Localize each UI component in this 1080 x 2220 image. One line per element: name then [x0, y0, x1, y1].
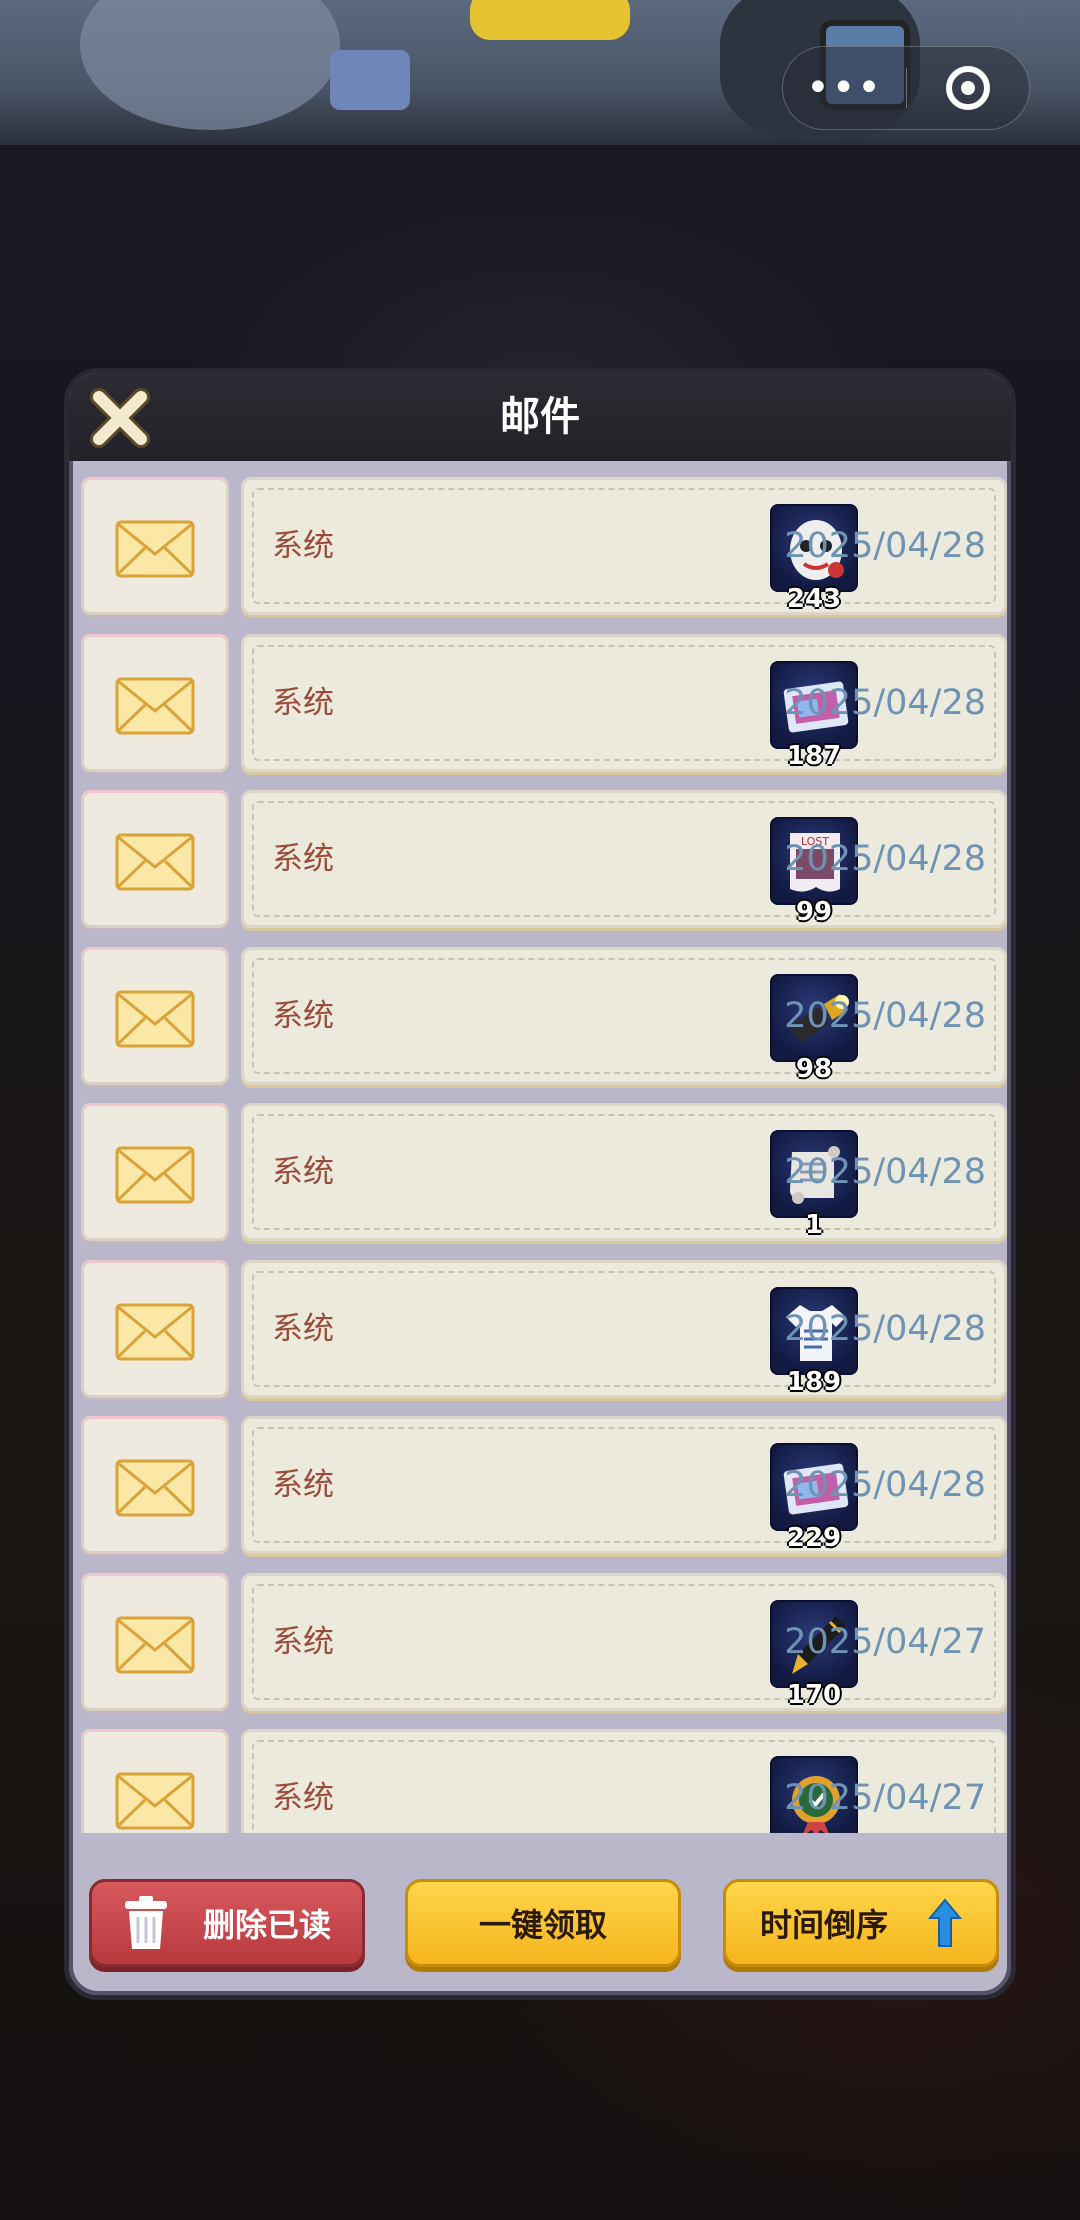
mail-content[interactable]: 系统 187 2025/04/28	[241, 633, 1007, 772]
mail-row[interactable]: 系统 98 2025/04/28	[79, 945, 1007, 1087]
mail-date: 2025/04/28	[784, 995, 986, 1036]
mail-date: 2025/04/28	[784, 839, 986, 879]
envelope-icon	[115, 1459, 195, 1517]
envelope-icon	[115, 1146, 195, 1204]
mail-sender: 系统	[272, 528, 334, 564]
mail-content[interactable]: 系统 229 2025/04/28	[241, 1416, 1007, 1554]
mail-sender: 系统	[272, 1310, 334, 1347]
panel-title: 邮件	[500, 394, 580, 440]
mail-row[interactable]: 系统 LOST 99 2025/04/28	[79, 788, 1007, 930]
envelope-icon	[115, 833, 195, 891]
envelope-icon	[115, 990, 195, 1047]
mail-content[interactable]: 系统 243 2025/04/28	[241, 477, 1007, 615]
mail-date: 2025/04/28	[784, 1308, 986, 1349]
sort-time-button[interactable]: 时间倒序	[723, 1879, 999, 1967]
mail-date: 2025/04/28	[784, 526, 986, 566]
mini-program-capsule: •••	[782, 46, 1030, 130]
mail-envelope-tile[interactable]	[81, 477, 229, 615]
sort-time-label: 时间倒序	[759, 1906, 888, 1944]
mail-sender: 系统	[272, 997, 334, 1034]
mail-row[interactable]: 系统2592025/04/27	[79, 1727, 1007, 1833]
mail-envelope-tile[interactable]	[81, 1259, 229, 1398]
envelope-icon	[115, 677, 195, 734]
mail-row[interactable]: 系统 243 2025/04/28	[79, 475, 1007, 617]
envelope-icon	[115, 520, 195, 578]
mail-content[interactable]: 系统 1 2025/04/28	[241, 1103, 1007, 1241]
delete-read-button[interactable]: 删除已读	[89, 1879, 365, 1967]
more-button[interactable]: •••	[783, 46, 906, 130]
mail-row[interactable]: 系统 187 2025/04/28	[79, 632, 1007, 774]
mail-content[interactable]: 系统 LOST 99 2025/04/28	[241, 790, 1007, 928]
mail-row[interactable]: 系统 189 2025/04/28	[79, 1258, 1007, 1400]
mail-sender: 系统	[272, 1467, 334, 1503]
mail-date: 2025/04/27	[784, 1778, 986, 1818]
mail-date: 2025/04/28	[784, 1465, 986, 1505]
target-icon	[945, 66, 990, 110]
mail-panel: 邮件 系统 243 2025/04/28 系统 187 2025/04/28 系统 LOST 9…	[64, 368, 1016, 2000]
mail-sender: 系统	[272, 841, 334, 877]
claim-all-label: 一键领取	[478, 1906, 607, 1944]
mail-sender: 系统	[272, 1623, 334, 1660]
mail-content[interactable]: 系统 170 2025/04/27	[241, 1572, 1007, 1711]
mail-envelope-tile[interactable]	[81, 633, 229, 772]
mail-envelope-tile[interactable]	[81, 1729, 229, 1833]
arrow-up-icon	[928, 1898, 962, 1947]
mail-content[interactable]: 系统2592025/04/27	[241, 1729, 1007, 1833]
delete-read-label: 删除已读	[202, 1906, 331, 1944]
close-button[interactable]	[87, 385, 153, 451]
mail-date: 2025/04/28	[784, 1152, 986, 1192]
trash-icon	[124, 1896, 167, 1949]
claim-all-button[interactable]: 一键领取	[405, 1879, 681, 1967]
mail-sender: 系统	[272, 684, 334, 721]
envelope-icon	[115, 1616, 195, 1673]
envelope-icon	[115, 1772, 195, 1830]
mail-row[interactable]: 系统 229 2025/04/28	[79, 1414, 1007, 1556]
mail-sender: 系统	[272, 1780, 334, 1816]
mail-envelope-tile[interactable]	[81, 1103, 229, 1241]
mail-row[interactable]: 系统 170 2025/04/27	[79, 1571, 1007, 1713]
mail-date: 2025/04/28	[784, 682, 986, 723]
mail-envelope-tile[interactable]	[81, 1572, 229, 1711]
mail-date: 2025/04/27	[784, 1621, 986, 1662]
mail-sender: 系统	[272, 1154, 334, 1190]
mail-envelope-tile[interactable]	[81, 946, 229, 1085]
close-miniprogram-button[interactable]	[907, 46, 1029, 130]
mail-envelope-tile[interactable]	[81, 790, 229, 928]
mail-envelope-tile[interactable]	[81, 1416, 229, 1554]
mail-content[interactable]: 系统 98 2025/04/28	[241, 946, 1007, 1085]
envelope-icon	[115, 1303, 195, 1360]
close-icon	[90, 388, 150, 448]
mail-list[interactable]: 系统 243 2025/04/28 系统 187 2025/04/28 系统 LOST 99 20…	[79, 475, 1007, 1833]
mail-content[interactable]: 系统 189 2025/04/28	[241, 1259, 1007, 1398]
mail-row[interactable]: 系统 1 2025/04/28	[79, 1101, 1007, 1243]
